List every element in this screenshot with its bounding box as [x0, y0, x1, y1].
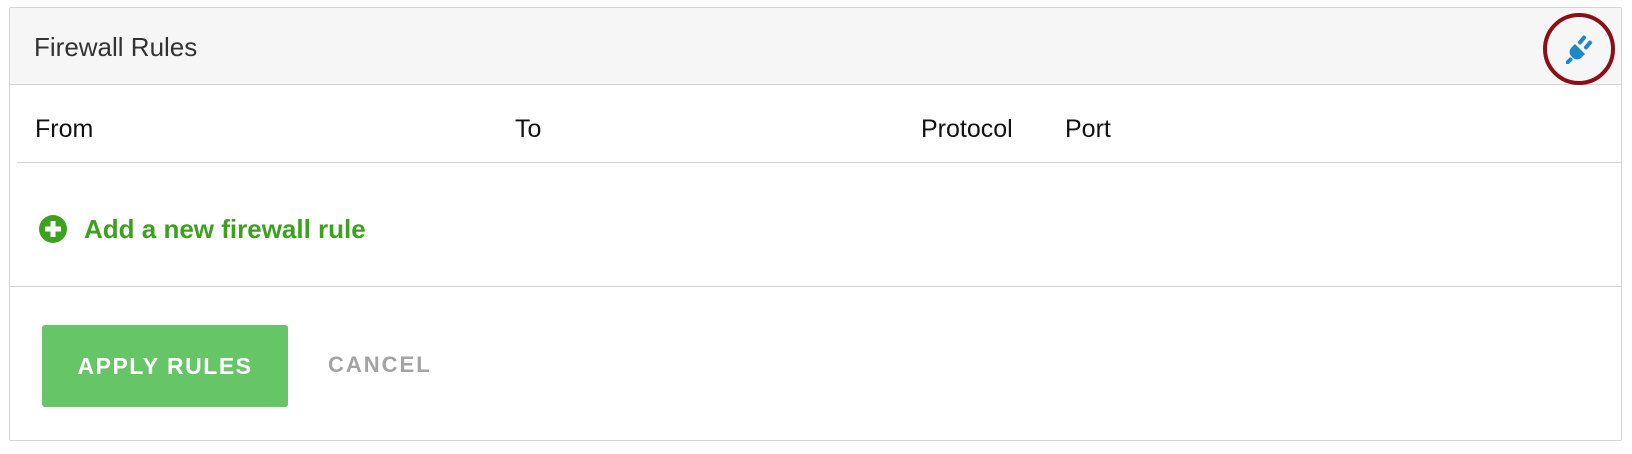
panel-title: Firewall Rules: [34, 32, 198, 62]
plus-circle-icon: [39, 215, 67, 243]
column-header-from: From: [35, 115, 94, 143]
add-firewall-rule-label: Add a new firewall rule: [84, 214, 366, 244]
column-header-to: To: [515, 115, 542, 143]
cancel-button[interactable]: CANCEL: [328, 345, 432, 385]
firewall-rules-panel: Firewall Rules From To Protocol Port Add…: [9, 7, 1622, 441]
add-firewall-rule-link[interactable]: Add a new firewall rule: [38, 209, 366, 249]
column-header-protocol: Protocol: [921, 115, 1013, 143]
panel-header: Firewall Rules: [10, 8, 1621, 85]
apply-rules-button[interactable]: APPLY RULES: [42, 325, 288, 407]
table-header-row: From To Protocol Port: [17, 85, 1621, 163]
plug-icon: [1566, 35, 1593, 64]
footer-divider: [10, 286, 1621, 287]
column-header-port: Port: [1065, 115, 1111, 143]
plug-button[interactable]: [1543, 13, 1615, 85]
